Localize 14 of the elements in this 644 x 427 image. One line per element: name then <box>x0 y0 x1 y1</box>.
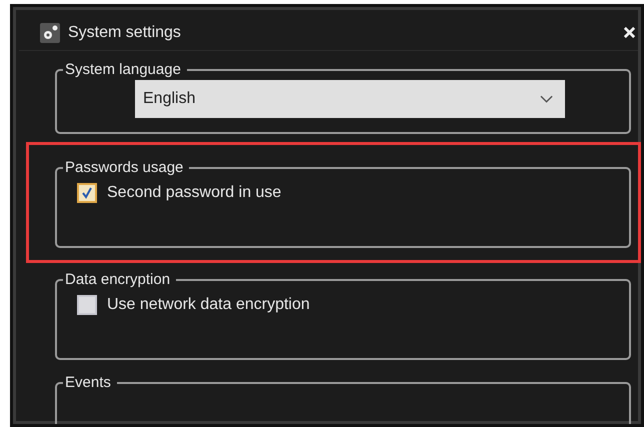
close-icon[interactable] <box>623 26 636 39</box>
chevron-down-icon <box>540 95 553 103</box>
group-title: System language <box>64 61 182 78</box>
check-icon <box>81 187 93 199</box>
group-title: Data encryption <box>64 271 172 288</box>
checkbox-label: Use network data encryption <box>107 296 310 314</box>
group-title: Events <box>64 374 112 391</box>
group-title: Passwords usage <box>64 159 184 176</box>
gear-icon <box>40 22 60 42</box>
language-dropdown[interactable]: English <box>135 80 565 118</box>
window-title: System settings <box>68 24 181 42</box>
checkbox[interactable] <box>77 295 97 315</box>
checkbox[interactable] <box>77 183 97 203</box>
checkbox-label: Second password in use <box>107 184 282 202</box>
